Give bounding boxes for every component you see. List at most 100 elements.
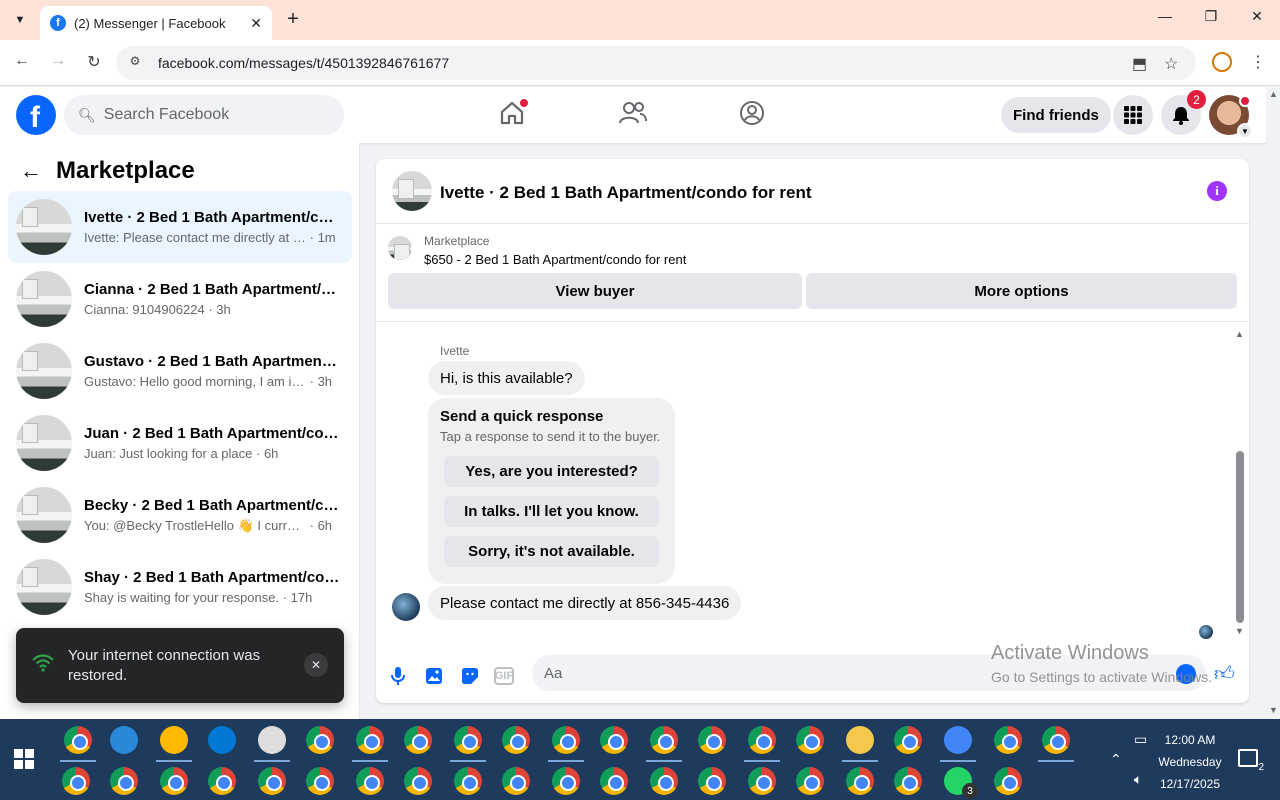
messages-scrollbar[interactable]: ▲ ▼ (1235, 329, 1245, 639)
whatsapp-icon[interactable]: 3 (944, 767, 978, 799)
conversation-item[interactable]: Ivette · 2 Bed 1 Bath Apartment/condo fo… (8, 191, 352, 263)
chrome-profile-icon[interactable] (454, 767, 482, 795)
chrome-profile-icon[interactable] (404, 767, 432, 795)
chrome-profile-icon[interactable] (110, 767, 138, 795)
chrome-profile-icon[interactable] (600, 767, 628, 795)
chrome-profile-icon[interactable] (994, 726, 1022, 754)
listing-thumbnail[interactable] (392, 171, 432, 211)
chrome-profile-icon[interactable] (796, 726, 824, 754)
chrome-profile-icon[interactable] (698, 767, 726, 795)
home-icon[interactable] (498, 99, 528, 129)
install-app-icon[interactable]: ⬒ (1132, 54, 1147, 74)
microphone-icon[interactable] (386, 664, 410, 688)
app-icon[interactable] (940, 726, 976, 762)
listing-small-thumbnail[interactable] (388, 236, 412, 260)
chrome-profile-icon[interactable] (748, 767, 776, 795)
omnibox[interactable]: ⚙ facebook.com/messages/t/45013928467616… (116, 46, 1196, 80)
page-scroll-up-icon[interactable]: ▲ (1269, 89, 1278, 99)
view-buyer-button[interactable]: View buyer (388, 273, 802, 309)
chrome-profile-icon[interactable] (846, 767, 874, 795)
info-icon[interactable]: i (1207, 181, 1227, 201)
app-icon[interactable] (254, 726, 290, 762)
sticker-icon[interactable] (458, 664, 482, 688)
scrollbar-thumb[interactable] (1236, 451, 1244, 623)
url-text[interactable]: facebook.com/messages/t/4501392846761677 (158, 55, 449, 71)
conversation-item[interactable]: Becky · 2 Bed 1 Bath Apartment/condo for… (8, 479, 352, 551)
chrome-profile-icon[interactable] (60, 726, 96, 762)
facebook-logo-icon[interactable]: f (16, 95, 56, 135)
quick-response-yes[interactable]: Yes, are you interested? (444, 456, 659, 487)
listing-price[interactable]: $650 - 2 Bed 1 Bath Apartment/condo for … (424, 252, 686, 267)
chrome-profile-icon[interactable] (994, 767, 1022, 795)
chrome-profile-icon[interactable] (306, 767, 334, 795)
chrome-profile-icon[interactable] (306, 726, 334, 754)
chrome-profile-icon[interactable] (650, 767, 678, 795)
message-bubble[interactable]: Please contact me directly at 856-345-44… (428, 586, 742, 620)
app-icon[interactable] (842, 726, 878, 762)
browser-tab[interactable]: f (2) Messenger | Facebook ✕ (40, 6, 272, 40)
tray-chevron-icon[interactable]: ⌃ (1110, 751, 1122, 768)
chrome-profile-icon[interactable] (744, 726, 780, 762)
chrome-profile-icon[interactable] (160, 767, 188, 795)
close-window-button[interactable]: ✕ (1234, 8, 1280, 25)
conversation-item[interactable]: Shay · 2 Bed 1 Bath Apartment/condo for … (8, 551, 352, 623)
conversation-item[interactable]: Gustavo · 2 Bed 1 Bath Apartment/condo f… (8, 335, 352, 407)
chrome-profile-icon[interactable] (62, 767, 90, 795)
windows-start-icon[interactable] (14, 749, 34, 769)
menu-grid-icon[interactable] (1113, 95, 1153, 135)
chrome-profile-icon[interactable] (356, 767, 384, 795)
system-clock[interactable]: 12:00 AM Wednesday 12/17/2025 (1150, 729, 1230, 795)
chrome-profile-icon[interactable] (548, 726, 584, 762)
chrome-profile-icon[interactable] (450, 726, 486, 762)
reload-button[interactable]: ↻ (82, 52, 106, 72)
page-scroll-down-icon[interactable]: ▼ (1269, 705, 1278, 715)
chrome-profile-icon[interactable] (404, 726, 432, 754)
chrome-profile-icon[interactable] (894, 726, 922, 754)
chrome-profile-icon[interactable] (502, 767, 530, 795)
friends-icon[interactable] (618, 99, 648, 129)
app-icon[interactable] (156, 726, 192, 762)
network-icon[interactable]: ▭ (1134, 731, 1147, 748)
conversation-item[interactable]: Juan · 2 Bed 1 Bath Apartment/condo for … (8, 407, 352, 479)
conversation-item[interactable]: Cianna · 2 Bed 1 Bath Apartment/condo fo… (8, 263, 352, 335)
chrome-profile-icon[interactable] (796, 767, 824, 795)
new-tab-button[interactable]: + (282, 8, 304, 31)
more-options-button[interactable]: More options (806, 273, 1237, 309)
restore-button[interactable]: ❐ (1188, 8, 1234, 25)
thumbs-up-icon[interactable]: 👍︎ (1214, 662, 1235, 686)
quick-response-in-talks[interactable]: In talks. I'll let you know. (444, 496, 659, 527)
app-icon[interactable] (208, 726, 236, 754)
profile-avatar[interactable]: ▼ (1209, 95, 1253, 139)
page-scrollbar[interactable]: ▲ ▼ (1266, 87, 1280, 719)
search-input[interactable] (103, 106, 334, 124)
chrome-profile-icon[interactable] (646, 726, 682, 762)
volume-icon[interactable]: 🔈︎ (1134, 771, 1142, 788)
action-center-icon[interactable]: 2 (1238, 749, 1264, 773)
chrome-profile-icon[interactable] (600, 726, 628, 754)
chrome-profile-icon[interactable] (698, 726, 726, 754)
groups-icon[interactable] (738, 99, 768, 129)
chrome-profile-icon[interactable] (258, 767, 286, 795)
chevron-down-icon[interactable]: ▼ (1237, 123, 1253, 139)
search-box[interactable]: 🔍︎ (64, 95, 344, 135)
photo-icon[interactable] (422, 664, 446, 688)
browser-profile-icon[interactable] (1212, 52, 1232, 72)
chrome-profile-icon[interactable] (552, 767, 580, 795)
forward-button[interactable]: → (46, 52, 70, 70)
close-icon[interactable]: ✕ (304, 653, 328, 677)
message-bubble[interactable]: Hi, is this available? (428, 361, 585, 395)
app-icon[interactable] (110, 726, 138, 754)
gif-icon[interactable]: GIF (494, 667, 514, 685)
back-button[interactable]: ← (10, 52, 34, 70)
chrome-profile-icon[interactable] (502, 726, 530, 754)
chrome-profile-icon[interactable] (208, 767, 236, 795)
tab-search-dropdown[interactable]: ▼ (8, 8, 32, 32)
scroll-up-icon[interactable]: ▲ (1235, 329, 1244, 339)
close-tab-icon[interactable]: ✕ (250, 15, 262, 32)
chrome-profile-icon[interactable] (352, 726, 388, 762)
conversation-title[interactable]: Ivette · 2 Bed 1 Bath Apartment/condo fo… (440, 183, 812, 203)
bookmark-star-icon[interactable]: ☆ (1164, 54, 1178, 74)
browser-menu-icon[interactable]: ⋮ (1250, 52, 1266, 72)
sender-avatar[interactable] (392, 593, 420, 621)
minimize-button[interactable]: — (1142, 8, 1188, 24)
